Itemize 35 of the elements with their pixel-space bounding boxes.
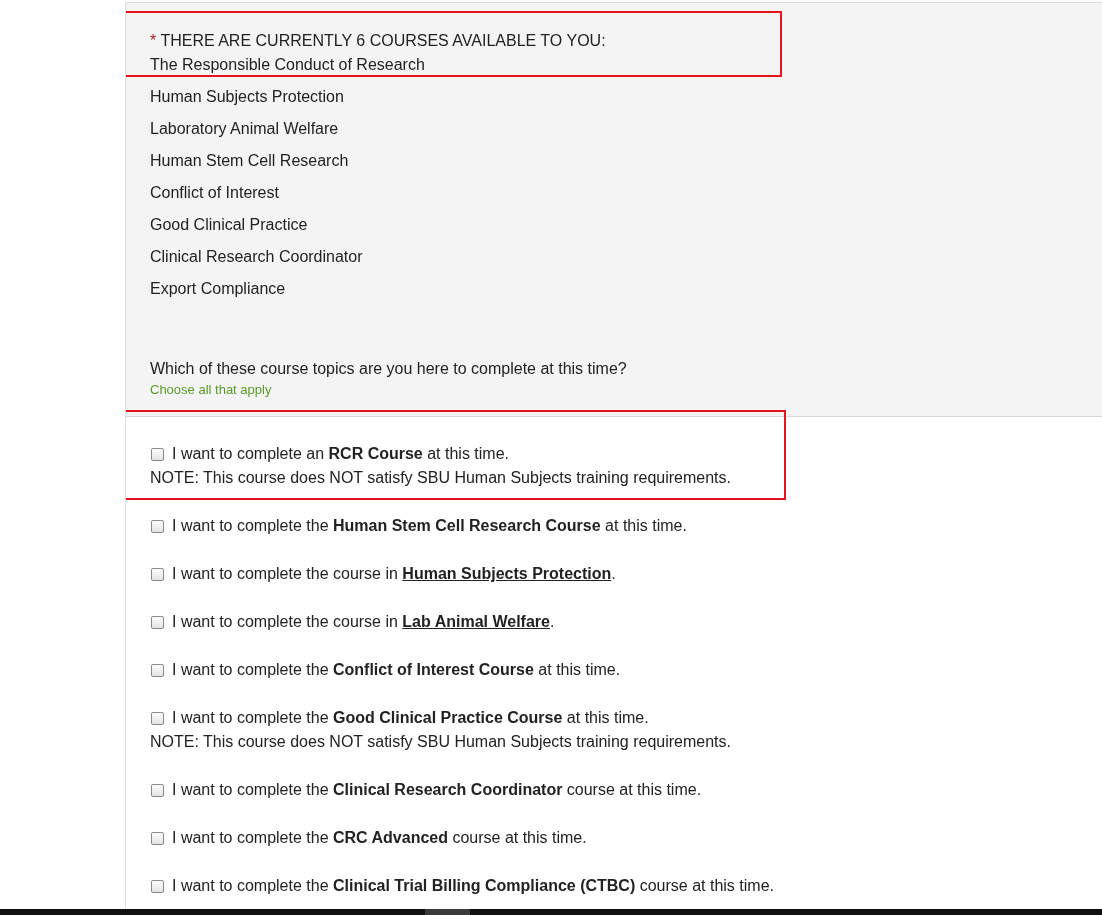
course-link[interactable]: Lab Animal Welfare xyxy=(402,613,550,630)
question-text: Which of these course topics are you here to complete at this time? xyxy=(150,359,627,379)
option-label: I want to complete the course in Lab Animal Welfare. xyxy=(172,612,555,632)
course-name: The Responsible Conduct of Research xyxy=(150,55,425,75)
course-name: Human Subjects Protection xyxy=(150,87,344,107)
checkbox[interactable] xyxy=(151,831,164,845)
option-label: I want to complete an RCR Course at this time. xyxy=(172,444,509,464)
option-label: I want to complete the Conflict of Interest Course at this time. xyxy=(172,660,621,680)
checkbox[interactable] xyxy=(151,879,164,893)
scrollbar-thumb[interactable] xyxy=(425,909,470,915)
course-link[interactable]: Human Subjects Protection xyxy=(402,565,612,582)
option-label: I want to complete the Clinical Research Coordinator course at this time. xyxy=(172,780,702,800)
checkbox[interactable] xyxy=(151,711,164,725)
option-label: I want to complete the CRC Advanced course at this time. xyxy=(172,828,587,848)
note-text: NOTE: This course does NOT satisfy SBU Human Subjects training requirements. xyxy=(150,732,731,752)
checkbox[interactable] xyxy=(151,567,164,581)
checkbox[interactable] xyxy=(151,783,164,797)
hint-text: Choose all that apply xyxy=(150,381,272,399)
checkbox[interactable] xyxy=(151,519,164,533)
option-label: I want to complete the Good Clinical Practice Course at this time. xyxy=(172,708,649,728)
option-label: I want to complete the course in Human Subjects Protection. xyxy=(172,564,616,584)
course-name: Clinical Research Coordinator xyxy=(150,247,363,267)
checkbox[interactable] xyxy=(151,663,164,677)
option-label: I want to complete the Human Stem Cell Research Course at this time. xyxy=(172,516,687,536)
checkbox[interactable] xyxy=(151,615,164,629)
option-label: I want to complete the Clinical Trial Billing Compliance (CTBC) course at this time. xyxy=(172,876,774,896)
note-text: NOTE: This course does NOT satisfy SBU Human Subjects training requirements. xyxy=(150,468,731,488)
course-name: Good Clinical Practice xyxy=(150,215,308,235)
course-name: Export Compliance xyxy=(150,279,286,299)
course-name: Laboratory Animal Welfare xyxy=(150,119,339,139)
course-name: Conflict of Interest xyxy=(150,183,279,203)
checkbox[interactable] xyxy=(151,447,164,461)
courses-heading: * THERE ARE CURRENTLY 6 COURSES AVAILABLE TO YOU: xyxy=(150,31,607,51)
course-name: Human Stem Cell Research xyxy=(150,151,349,171)
scrollbar[interactable] xyxy=(0,909,1102,915)
